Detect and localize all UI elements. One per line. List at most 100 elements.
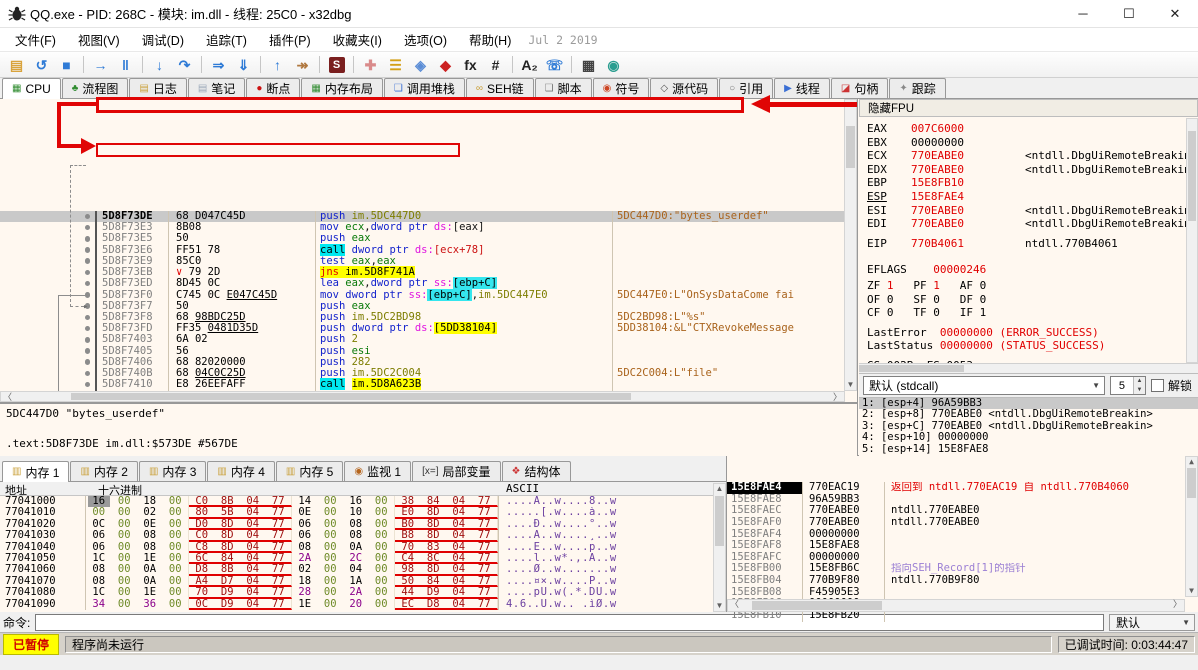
argument-depth-spinner[interactable]: 5 ▲ ▼: [1109, 376, 1146, 395]
register-line[interactable]: EDX 770EABE0 <ntdll.DbgUiRemoteBreakin>: [867, 163, 1198, 177]
disasm-row[interactable]: 5D8F7410 E8 26EEFAFF call im.5D8A623B: [0, 378, 845, 391]
register-line[interactable]: LastStatus 00000000 (STATUS_SUCCESS): [867, 339, 1198, 353]
register-line[interactable]: ESP 15E8FAE4: [867, 190, 1198, 204]
system-breakpoint-icon[interactable]: S: [324, 54, 349, 76]
stack-row[interactable]: 15E8FAF0 770EABE0 ntdll.770EABE0: [727, 516, 1198, 529]
menu-收藏夹I[interactable]: 收藏夹(I): [322, 27, 393, 52]
restart-icon[interactable]: ↺: [29, 54, 54, 76]
argument-row[interactable]: 4: [esp+10] 00000000: [859, 431, 1198, 443]
register-line[interactable]: OF 0 SF 0 DF 0: [867, 293, 1198, 307]
tab-脚本[interactable]: ❏ 脚本: [534, 78, 592, 98]
tab-调用堆栈[interactable]: ❏ 调用堆栈: [383, 78, 465, 98]
register-line[interactable]: EBX 00000000: [867, 136, 1198, 150]
step-into-icon[interactable]: ↓: [147, 54, 172, 76]
ascii-table-icon[interactable]: A₂: [517, 54, 542, 76]
memory-row[interactable]: 77041020 0C 00 0E 00 D0 8D 04 77 06 00 08 00 B0 8D 04 77…: [0, 518, 726, 531]
stack-row[interactable]: 15E8FAF4 00000000: [727, 528, 1198, 541]
registers-body[interactable]: EAX 007C6000 EBX 00000000 ECX 770EABE0 <ntdll.…: [859, 117, 1198, 363]
stop-icon[interactable]: ■: [54, 54, 79, 76]
stack-row[interactable]: 15E8FAE4 770EAC19 返回到 ntdll.770EAC19 自 ntd…: [727, 481, 1198, 494]
menu-文件F[interactable]: 文件(F): [4, 27, 67, 52]
run-icon[interactable]: →: [88, 54, 113, 76]
tab-CPU[interactable]: ▦ CPU: [2, 78, 61, 99]
tab-SEH链[interactable]: ∞ SEH链: [465, 78, 534, 98]
bookmarks-icon[interactable]: ◆: [433, 54, 458, 76]
step-out-icon[interactable]: ↑: [265, 54, 290, 76]
stack-row[interactable]: 15E8FB08 F45905E3: [727, 586, 1198, 599]
memory-row[interactable]: 77041090 34 00 36 00 0C D9 04 77 1E 00 20 00 EC D8 04 77…: [0, 598, 726, 610]
register-line[interactable]: EFLAGS 00000246: [867, 263, 1198, 277]
unlock-checkbox[interactable]: [1150, 379, 1164, 392]
tab-笔记[interactable]: ▤ 笔记: [187, 78, 246, 98]
dump-rows[interactable]: 77041000 16 00 18 00 C0 8B 04 77 14 00 16 00 38 84 04 77…: [0, 495, 726, 610]
tab-内存布局[interactable]: ▦ 内存布局: [301, 78, 383, 98]
run-to-user-code-icon[interactable]: ↠: [290, 54, 315, 76]
registers-vertical-scrollbar[interactable]: [1186, 118, 1198, 363]
dump-vertical-scrollbar[interactable]: ▲ ▼: [713, 483, 726, 612]
register-line[interactable]: ESI 770EABE0 <ntdll.DbgUiRemoteBreakin>: [867, 204, 1198, 218]
step-over-icon[interactable]: ↷: [172, 54, 197, 76]
memory-row[interactable]: 77041080 1C 00 1E 00 70 D9 04 77 28 00 2A 00 44 D9 04 77…: [0, 586, 726, 599]
spinner-up-icon[interactable]: ▲: [1133, 377, 1145, 386]
register-line[interactable]: EAX 007C6000: [867, 122, 1198, 136]
tab-跟踪[interactable]: ✦ 跟踪: [889, 78, 946, 98]
register-line[interactable]: EBP 15E8FB10: [867, 176, 1198, 190]
functions-icon[interactable]: fx: [458, 54, 483, 76]
run-to-cursor-icon[interactable]: ⇒: [206, 54, 231, 76]
register-line[interactable]: LastError 00000000 (ERROR_SUCCESS): [867, 326, 1198, 340]
disasm-vertical-scrollbar[interactable]: ▲▼: [844, 99, 857, 391]
minimize-button[interactable]: ─: [1060, 0, 1106, 28]
register-line[interactable]: EDI 770EABE0 <ntdll.DbgUiRemoteBreakin>: [867, 217, 1198, 231]
tab-内存-3[interactable]: ▥ 内存 3: [138, 461, 207, 481]
tab-符号[interactable]: ◉ 符号: [592, 78, 650, 98]
stack-row[interactable]: 15E8FB00 15E8FB6C 指向SEH_Record[1]的指针: [727, 563, 1198, 576]
comments-icon[interactable]: ☰: [383, 54, 408, 76]
calling-convention-select[interactable]: 默认 (stdcall) ▼: [863, 376, 1105, 395]
memory-row[interactable]: 77041050 1C 00 1E 00 6C 84 04 77 2A 00 2C 00 C4 8C 04 77…: [0, 552, 726, 565]
hide-fpu-button[interactable]: 隐藏FPU: [859, 99, 1198, 117]
memory-row[interactable]: 77041010 00 00 02 00 80 5B 04 77 0E 00 10 00 E0 8D 04 77…: [0, 506, 726, 519]
memory-row[interactable]: 77041040 06 00 08 00 C8 8D 04 77 08 00 0A 00 70 83 04 77…: [0, 541, 726, 553]
tab-内存-5[interactable]: ▥ 内存 5: [275, 461, 344, 481]
memory-row[interactable]: 77041070 08 00 0A 00 A4 D7 04 77 18 00 1A 00 50 84 04 77…: [0, 575, 726, 588]
ordinals-icon[interactable]: #: [483, 54, 508, 76]
modules-icon[interactable]: ☏: [542, 54, 567, 76]
stack-vertical-scrollbar[interactable]: ▲ ▼: [1185, 456, 1198, 597]
tab-监视-1[interactable]: ◉ 监视 1: [344, 461, 412, 481]
stack-row[interactable]: 15E8FAFC 00000000: [727, 551, 1198, 564]
labels-icon[interactable]: ◈: [408, 54, 433, 76]
stack-row[interactable]: 15E8FAEC 770EABE0 ntdll.770EABE0: [727, 505, 1198, 517]
menu-插件P[interactable]: 插件(P): [258, 27, 322, 52]
tab-内存-1[interactable]: ▥ 内存 1: [2, 461, 70, 482]
disasm-horizontal-scrollbar[interactable]: 〈〉: [0, 391, 845, 402]
tab-内存-2[interactable]: ▥ 内存 2: [70, 461, 138, 481]
calculator-icon[interactable]: ▦: [576, 54, 601, 76]
tab-局部变量[interactable]: [x=] 局部变量: [412, 461, 501, 481]
memory-row[interactable]: 77041030 06 00 08 00 C0 8D 04 77 06 00 08 00 B8 8D 04 77…: [0, 529, 726, 542]
maximize-button[interactable]: ☐: [1106, 0, 1152, 28]
step-into-source-icon[interactable]: ⇓: [231, 54, 256, 76]
tab-断点[interactable]: ● 断点: [246, 78, 301, 98]
registers-horizontal-scrollbar[interactable]: [859, 363, 1198, 373]
patch-icon[interactable]: ✚: [358, 54, 383, 76]
tab-句柄[interactable]: ◪ 句柄: [830, 78, 889, 98]
spinner-down-icon[interactable]: ▼: [1133, 385, 1145, 394]
register-line[interactable]: CF 0 TF 0 IF 1: [867, 306, 1198, 320]
tab-内存-4[interactable]: ▥ 内存 4: [207, 461, 275, 481]
internet-icon[interactable]: ◉: [601, 54, 626, 76]
menu-帮助H[interactable]: 帮助(H): [458, 27, 522, 52]
stack-row[interactable]: 15E8FB04 770B9F80 ntdll.770B9F80: [727, 574, 1198, 587]
tab-源代码[interactable]: ◇ 源代码: [650, 78, 719, 98]
register-line[interactable]: EIP 770B4061 ntdll.770B4061: [867, 237, 1198, 251]
menu-选项O[interactable]: 选项(O): [393, 27, 458, 52]
menu-调试D[interactable]: 调试(D): [131, 27, 195, 52]
stack-row[interactable]: 15E8FAE8 96A59BB3: [727, 493, 1198, 506]
disasm-row[interactable]: 5D8F7403 6A 02 push 2: [0, 334, 845, 346]
menu-追踪T[interactable]: 追踪(T): [195, 27, 258, 52]
close-button[interactable]: ✕: [1152, 0, 1198, 28]
register-line[interactable]: ZF 1 PF 1 AF 0: [867, 279, 1198, 293]
tab-日志[interactable]: ▤ 日志: [129, 78, 187, 98]
tab-结构体[interactable]: ❖ 结构体: [501, 461, 571, 481]
call-arguments-list[interactable]: 1: [esp+4] 96A59BB3 2: [esp+8] 770EABE0 <…: [859, 397, 1198, 456]
open-file-icon[interactable]: ▤: [4, 54, 29, 76]
